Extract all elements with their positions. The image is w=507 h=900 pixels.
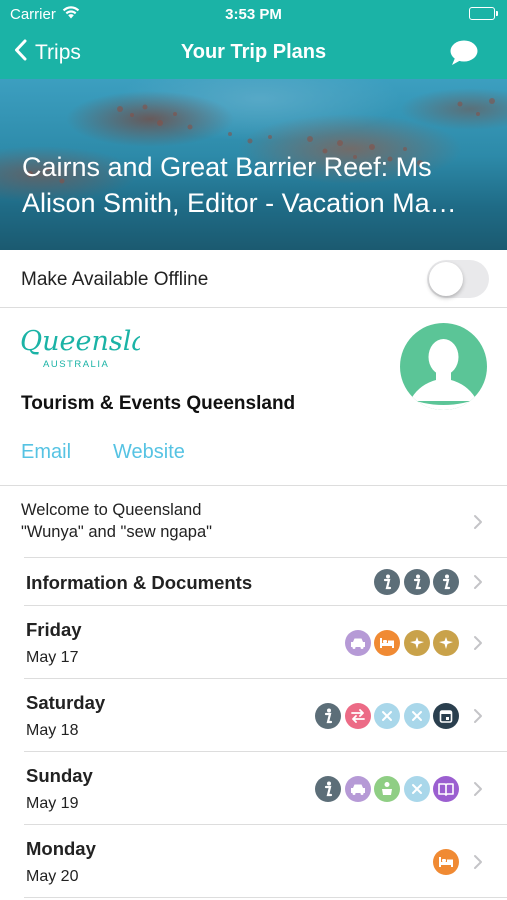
- calendar-icon: [433, 702, 459, 729]
- info-icon: [403, 569, 430, 595]
- offline-label: Make Available Offline: [21, 269, 209, 290]
- list-item-saturday[interactable]: Saturday May 18: [0, 679, 507, 752]
- avatar: [400, 323, 487, 410]
- transfer-icon: [344, 702, 371, 729]
- row-icons: [315, 702, 459, 729]
- plane-icon: [433, 629, 459, 656]
- trip-title-line-1: Cairns and Great Barrier Reef: Ms: [22, 152, 432, 182]
- row-title: Sunday: [26, 765, 93, 786]
- clock: 3:53 PM: [225, 6, 282, 23]
- book-icon: [433, 775, 459, 802]
- offline-row: Make Available Offline: [0, 250, 507, 308]
- email-link[interactable]: Email: [21, 441, 71, 464]
- info-icon: [315, 775, 341, 802]
- cross-icon: [403, 775, 430, 802]
- chevron-left-icon: [14, 39, 27, 67]
- hero-banner: Cairns and Great Barrier Reef: Ms Alison…: [0, 79, 507, 250]
- welcome-row[interactable]: Welcome to Queensland "Wunya" and "sew n…: [0, 485, 507, 558]
- welcome-line-2: "Wunya" and "sew ngapa": [21, 523, 212, 541]
- row-date: May 17: [26, 649, 79, 666]
- organizer-name: Tourism & Events Queensland: [21, 393, 296, 414]
- navigation-bar: Trips Your Trip Plans: [0, 28, 507, 79]
- info-icon: [374, 569, 400, 595]
- row-title: Information & Documents: [26, 572, 253, 593]
- car-icon: [344, 775, 371, 802]
- row-date: May 20: [26, 868, 79, 885]
- status-bar: Carrier 3:53 PM: [0, 0, 507, 28]
- row-title: Saturday: [26, 692, 106, 713]
- row-icons: [433, 848, 459, 875]
- cross-icon: [403, 702, 430, 729]
- row-date: May 19: [26, 795, 79, 812]
- list-item-friday[interactable]: Friday May 17: [0, 606, 507, 679]
- row-icons: [315, 775, 459, 802]
- trip-title-line-2: Alison Smith, Editor - Vacation Magazine: [22, 188, 462, 218]
- car-icon: [344, 629, 371, 656]
- back-button[interactable]: Trips: [14, 39, 81, 67]
- info-icon: [315, 702, 341, 729]
- battery-icon: [469, 7, 498, 20]
- row-title: Friday: [26, 619, 82, 640]
- trip-title: Cairns and Great Barrier Reef: Ms Alison…: [22, 149, 462, 221]
- plane-icon: [403, 629, 430, 656]
- chevron-right-icon: [474, 854, 482, 869]
- chevron-right-icon: [474, 575, 482, 589]
- cross-icon: [374, 702, 400, 729]
- welcome-line-1: Welcome to Queensland: [21, 501, 202, 519]
- chevron-right-icon: [474, 514, 482, 529]
- chat-bubble-icon[interactable]: [449, 39, 479, 72]
- row-title: Monday: [26, 838, 96, 859]
- logo-script-text: Queensland: [20, 326, 140, 357]
- website-link[interactable]: Website: [113, 441, 185, 464]
- toggle-knob: [429, 262, 463, 296]
- info-icon: [433, 569, 459, 595]
- divider: [24, 897, 507, 898]
- row-icons: [344, 629, 459, 656]
- bed-icon: [374, 629, 400, 656]
- logo-sub-text: AUSTRALIA: [43, 359, 109, 370]
- offline-toggle[interactable]: [427, 260, 489, 298]
- row-icons: [374, 569, 459, 595]
- list-item-monday[interactable]: Monday May 20: [0, 825, 507, 898]
- chevron-right-icon: [474, 781, 482, 796]
- chevron-right-icon: [474, 635, 482, 650]
- row-date: May 18: [26, 722, 79, 739]
- bed-icon: [433, 848, 459, 875]
- list-item-information-documents[interactable]: Information & Documents: [0, 558, 507, 606]
- queensland-logo: Queensland AUSTRALIA: [20, 320, 182, 372]
- list-item-sunday[interactable]: Sunday May 19: [0, 752, 507, 825]
- back-label: Trips: [35, 41, 81, 64]
- chevron-right-icon: [474, 708, 482, 723]
- restaurant-icon: [374, 775, 400, 802]
